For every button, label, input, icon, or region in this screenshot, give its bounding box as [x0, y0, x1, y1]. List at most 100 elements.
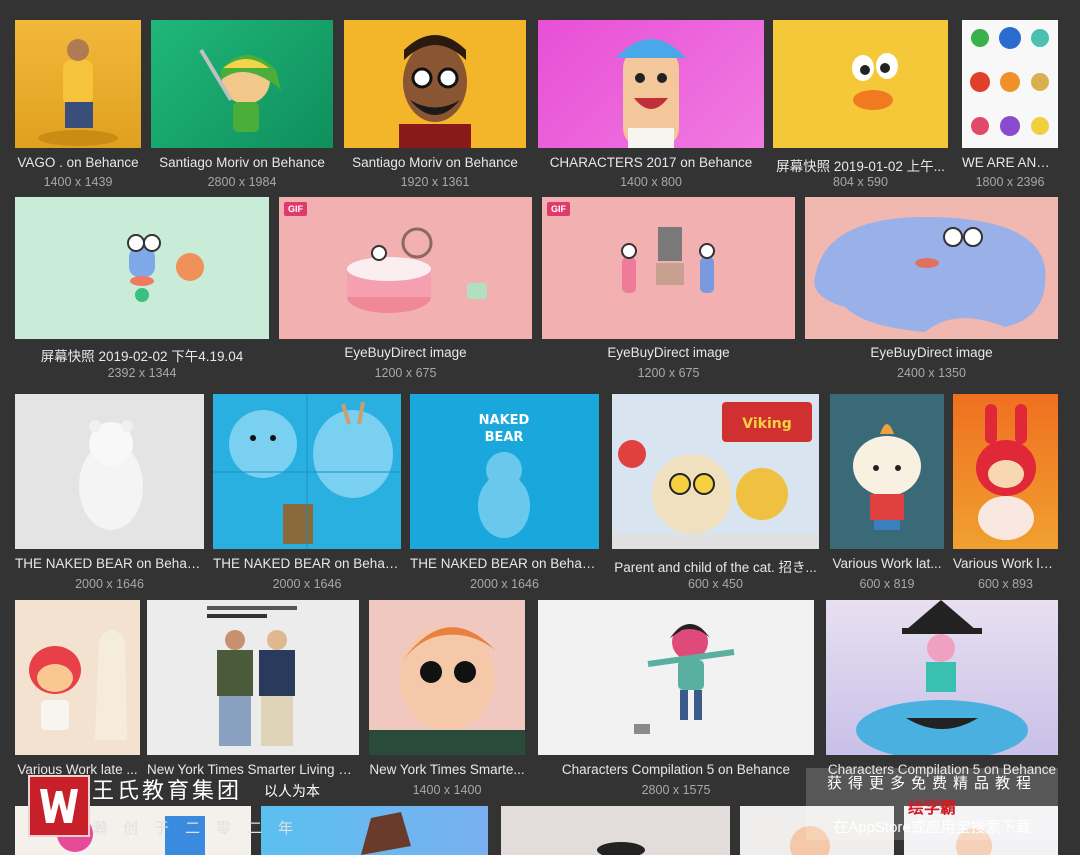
- character-illustration: [597, 842, 645, 855]
- gallery-item-eyebuydirect-2[interactable]: GIF EyeBuyDirect image 1200 x 675: [542, 197, 795, 383]
- character-illustration: [38, 39, 118, 146]
- image-caption[interactable]: New York Times Smarte...: [369, 762, 525, 777]
- image-caption[interactable]: Characters Compilation 5 on Behance: [538, 762, 814, 777]
- thumbnail-image[interactable]: [15, 600, 140, 755]
- character-illustration: NAKED BEAR: [478, 413, 530, 538]
- image-dimensions: 1200 x 675: [374, 366, 437, 380]
- gallery-item-naked-bear-2[interactable]: THE NAKED BEAR on Behance 2000 x 1646: [213, 394, 401, 594]
- gallery-item-row5-3[interactable]: [501, 806, 730, 855]
- character-illustration: [814, 217, 1046, 332]
- gallery-item-we-are-anti[interactable]: WE ARE ANTI... 1800 x 2396: [962, 20, 1058, 192]
- thumbnail-image[interactable]: [826, 600, 1058, 755]
- thumbnail-image[interactable]: [369, 600, 525, 755]
- thumbnail-image[interactable]: [830, 394, 944, 549]
- character-illustration: [29, 630, 127, 740]
- character-illustration: [621, 227, 715, 293]
- gallery-item-various-work-2[interactable]: Various Work la... 600 x 893: [953, 394, 1058, 594]
- thumbnail-image[interactable]: Viking: [612, 394, 819, 549]
- thumbnail-image[interactable]: [953, 394, 1058, 549]
- image-dimensions: 1400 x 800: [620, 175, 682, 189]
- image-dimensions: 2400 x 1350: [897, 366, 966, 380]
- character-illustration: [970, 27, 1049, 136]
- thumbnail-image[interactable]: [501, 806, 730, 855]
- image-caption[interactable]: CHARACTERS 2017 on Behance: [538, 155, 764, 170]
- promo-watermark: 获得更多免费精品教程 绘学霸 在AppStore或应用宝搜索下载: [806, 768, 1058, 840]
- gallery-item-various-work-1[interactable]: Various Work lat... 600 x 819: [830, 394, 944, 594]
- gallery-item-naked-bear-3[interactable]: NAKED BEAR THE NAKED BEAR on Behance 200…: [410, 394, 599, 594]
- character-illustration: [853, 424, 921, 530]
- character-illustration: [616, 39, 686, 148]
- gallery-item-vago[interactable]: VAGO . on Behance 1400 x 1439: [15, 20, 141, 192]
- character-illustration: [369, 626, 525, 755]
- gallery-item-santiago-2[interactable]: Santiago Moriv on Behance 1920 x 1361: [344, 20, 526, 192]
- image-dimensions: 2392 x 1344: [107, 366, 177, 380]
- image-caption[interactable]: Santiago Moriv on Behance: [151, 155, 333, 170]
- image-caption[interactable]: VAGO . on Behance: [15, 155, 141, 170]
- character-illustration: [856, 600, 1028, 755]
- image-dimensions: 1800 x 2396: [975, 175, 1045, 189]
- image-caption[interactable]: EyeBuyDirect image: [805, 345, 1058, 360]
- character-illustration: [213, 394, 401, 549]
- gallery-item-santiago-1[interactable]: Santiago Moriv on Behance 2800 x 1984: [151, 20, 333, 192]
- image-dimensions: 2800 x 1984: [207, 175, 277, 189]
- image-caption[interactable]: Santiago Moriv on Behance: [344, 155, 526, 170]
- character-illustration: [127, 234, 204, 302]
- gallery-item-nyt-smarter-living-1[interactable]: New York Times Smarter Living G...: [147, 600, 359, 800]
- gallery-item-naked-bear-1[interactable]: THE NAKED BEAR on Behance 2000 x 1646: [15, 394, 204, 594]
- thumbnail-image[interactable]: [15, 197, 269, 339]
- brand-slogan: 以人为本: [264, 783, 320, 799]
- brand-logo: [28, 775, 90, 837]
- thumbnail-image[interactable]: [15, 20, 141, 148]
- promo-line-1: 获得更多免费精品教程: [826, 775, 1037, 792]
- character-illustration: Viking: [612, 402, 819, 549]
- image-dimensions: 1200 x 675: [637, 366, 700, 380]
- image-caption[interactable]: EyeBuyDirect image: [542, 345, 795, 360]
- thumbnail-image[interactable]: [344, 20, 526, 148]
- thumbnail-image[interactable]: [213, 394, 401, 549]
- thumbnail-image[interactable]: [773, 20, 948, 148]
- thumbnail-image[interactable]: GIF: [279, 197, 532, 339]
- image-caption[interactable]: Various Work lat...: [830, 556, 944, 571]
- gallery-item-eyebuydirect-3[interactable]: EyeBuyDirect image 2400 x 1350: [805, 197, 1058, 383]
- image-caption[interactable]: Various Work la...: [953, 556, 1058, 571]
- thumbnail-image[interactable]: [962, 20, 1058, 148]
- gallery-item-parent-child-cat[interactable]: Viking Parent and child of the cat. 招き..…: [612, 394, 819, 594]
- thumbnail-image[interactable]: [151, 20, 333, 148]
- image-caption[interactable]: THE NAKED BEAR on Behance: [213, 556, 401, 571]
- gallery-item-various-work-3[interactable]: Various Work late ...: [15, 600, 140, 800]
- image-dimensions: 2000 x 1646: [75, 577, 144, 591]
- thumbnail-image[interactable]: GIF: [542, 197, 795, 339]
- gallery-item-screenshot-1[interactable]: 屏幕快照 2019-01-02 上午... 804 x 590: [773, 20, 948, 192]
- image-caption[interactable]: 屏幕快照 2019-02-02 下午4.19.04: [15, 345, 269, 365]
- thumbnail-image[interactable]: [805, 197, 1058, 339]
- brand-name: 王氏教育集团: [92, 779, 243, 804]
- image-caption[interactable]: Parent and child of the cat. 招き...: [612, 556, 819, 576]
- thumbnail-image[interactable]: [147, 600, 359, 755]
- thumbnail-image[interactable]: [538, 600, 814, 755]
- svg-text:NAKED: NAKED: [479, 413, 530, 428]
- gallery-item-eyebuydirect-1[interactable]: GIF EyeBuyDirect image 1200 x 675: [279, 197, 532, 383]
- image-caption[interactable]: THE NAKED BEAR on Behance: [15, 556, 204, 571]
- character-illustration: [852, 53, 898, 110]
- image-dimensions: 2000 x 1646: [470, 577, 539, 591]
- thumbnail-image[interactable]: [538, 20, 764, 148]
- thumbnail-image[interactable]: NAKED BEAR: [410, 394, 599, 549]
- gallery-item-characters-2017[interactable]: CHARACTERS 2017 on Behance 1400 x 800: [538, 20, 764, 192]
- promo-line-3: 在AppStore或应用宝搜索下载: [833, 819, 1031, 836]
- image-caption[interactable]: THE NAKED BEAR on Behance: [410, 556, 599, 571]
- image-dimensions: 2800 x 1575: [641, 783, 711, 797]
- image-dimensions: 600 x 819: [859, 577, 915, 591]
- image-caption[interactable]: EyeBuyDirect image: [279, 345, 532, 360]
- image-caption[interactable]: WE ARE ANTI...: [962, 155, 1058, 170]
- character-illustration: [199, 48, 281, 132]
- character-illustration: [634, 624, 735, 734]
- gallery-item-characters-compilation-1[interactable]: Characters Compilation 5 on Behance 2800…: [538, 600, 814, 800]
- gallery-item-screenshot-2[interactable]: 屏幕快照 2019-02-02 下午4.19.04 2392 x 1344: [15, 197, 269, 383]
- character-illustration: [79, 420, 143, 530]
- thumbnail-image[interactable]: [15, 394, 204, 549]
- image-dimensions: 600 x 450: [688, 577, 743, 591]
- gallery-item-nyt-smarter-living-2[interactable]: New York Times Smarte... 1400 x 1400: [369, 600, 525, 800]
- image-dimensions: 1920 x 1361: [400, 175, 470, 189]
- image-caption[interactable]: 屏幕快照 2019-01-02 上午...: [773, 155, 948, 175]
- image-dimensions: 2000 x 1646: [272, 577, 342, 591]
